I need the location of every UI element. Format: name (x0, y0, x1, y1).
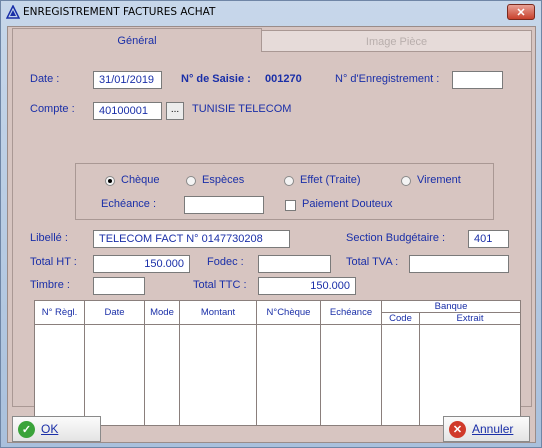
check-icon: ✓ (18, 420, 35, 438)
window-title: ENREGISTREMENT FACTURES ACHAT (23, 6, 216, 18)
date-label: Date : (30, 73, 60, 85)
cancel-icon: ✕ (449, 420, 466, 438)
col-header-echeance[interactable]: Echéance (320, 300, 382, 325)
total-ttc-label: Total TTC : (193, 279, 247, 291)
app-triangle-icon (6, 5, 20, 19)
echeance-field[interactable] (184, 196, 264, 214)
compte-name: TUNISIE TELECOM (192, 103, 292, 115)
col-header-extrait[interactable]: Extrait (418, 312, 522, 325)
col-header-no-regl[interactable]: N° Règl. (34, 300, 85, 325)
col-header-code[interactable]: Code (381, 312, 420, 325)
dialog-window: ENREGISTREMENT FACTURES ACHAT ✕ Général … (0, 0, 542, 448)
ok-label: OK (41, 422, 59, 436)
radio-cheque-label: Chèque (121, 174, 160, 186)
tab-image-piece[interactable]: Image Pièce (261, 30, 532, 52)
col-header-mode[interactable]: Mode (144, 300, 180, 325)
col-header-montant[interactable]: Montant (179, 300, 257, 325)
libelle-label: Libellé : (30, 232, 68, 244)
payment-mode-group: Chèque Espèces Effet (Traite) Virement E… (75, 163, 494, 220)
title-bar[interactable]: ENREGISTREMENT FACTURES ACHAT ✕ (1, 1, 541, 23)
tab-general[interactable]: Général (12, 28, 262, 52)
total-ttc-field[interactable]: 150.000 (258, 277, 356, 295)
radio-virement-label: Virement (417, 174, 461, 186)
ok-button[interactable]: ✓ OK (12, 416, 101, 442)
fodec-field[interactable] (258, 255, 331, 273)
empty-grid-area (34, 324, 522, 426)
close-button[interactable]: ✕ (507, 4, 535, 20)
compte-label: Compte : (30, 103, 75, 115)
enregistrement-label: N° d'Enregistrement : (335, 73, 440, 85)
radio-especes-label: Espèces (202, 174, 245, 186)
total-tva-field[interactable] (409, 255, 509, 273)
total-ht-field[interactable]: 150.000 (93, 255, 190, 273)
section-budgetaire-label: Section Budgétaire : (346, 232, 446, 244)
col-header-date[interactable]: Date (84, 300, 145, 325)
timbre-label: Timbre : (30, 279, 70, 291)
fodec-label: Fodec : (207, 256, 244, 268)
enregistrement-field[interactable] (452, 71, 503, 89)
radio-cheque[interactable] (105, 176, 115, 186)
date-field[interactable]: 31/01/2019 (93, 71, 162, 89)
paiement-douteux-label: Paiement Douteux (302, 198, 393, 210)
col-header-banque: Banque (380, 300, 522, 313)
paiement-douteux-checkbox[interactable] (285, 200, 296, 211)
saisie-value: 001270 (265, 73, 302, 85)
cancel-label: Annuler (472, 422, 514, 436)
client-area: Général Image Pièce Date : 31/01/2019 N°… (7, 26, 536, 443)
col-header-no-cheque[interactable]: N°Chèque (256, 300, 321, 325)
radio-effet[interactable] (284, 176, 294, 186)
echeance-label: Echéance : (101, 198, 157, 210)
cancel-button[interactable]: ✕ Annuler (443, 416, 530, 442)
section-budgetaire-field[interactable]: 401 (468, 230, 509, 248)
radio-virement[interactable] (401, 176, 411, 186)
total-tva-label: Total TVA : (346, 256, 399, 268)
radio-especes[interactable] (186, 176, 196, 186)
libelle-field[interactable]: TELECOM FACT N° 0147730208 (93, 230, 290, 248)
timbre-field[interactable] (93, 277, 145, 295)
compte-browse-button[interactable]: ... (166, 102, 184, 120)
general-panel: Date : 31/01/2019 N° de Saisie : 001270 … (12, 51, 532, 426)
compte-field[interactable]: 40100001 (93, 102, 162, 120)
total-ht-label: Total HT : (30, 256, 77, 268)
reglements-grid[interactable]: N° Règl. Date Mode Montant N°Chèque Eché… (34, 300, 522, 426)
saisie-label: N° de Saisie : (181, 73, 251, 85)
radio-effet-label: Effet (Traite) (300, 174, 361, 186)
